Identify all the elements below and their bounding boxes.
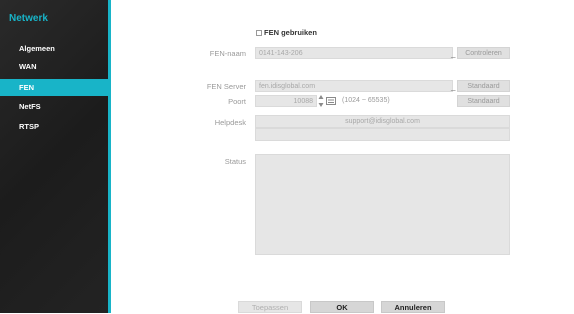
status-label: Status <box>224 157 246 166</box>
fen-server-input[interactable]: fen.idisglobal.com <box>255 80 453 92</box>
apply-button[interactable]: Toepassen <box>238 301 302 313</box>
port-default-button[interactable]: Standaard <box>457 95 510 107</box>
helpdesk-field: support@idisglobal.com <box>255 115 510 128</box>
sidebar-item-wan[interactable]: WAN <box>0 58 108 75</box>
sidebar-item-algemeen[interactable]: Algemeen <box>0 40 108 57</box>
server-default-button[interactable]: Standaard <box>457 80 510 92</box>
port-range-hint: (1024 ~ 65535) <box>342 97 390 104</box>
sidebar-item-netfs[interactable]: NetFS <box>0 98 108 115</box>
fen-settings-panel: FEN gebruiken FEN-naam 0141-143-206 _ Co… <box>111 0 574 313</box>
keyboard-hint-icon: _ <box>451 82 456 91</box>
cancel-button[interactable]: Annuleren <box>381 301 445 313</box>
port-input[interactable]: 10088 <box>255 95 317 107</box>
port-stepper[interactable] <box>318 94 324 108</box>
fen-server-label: FEN Server <box>206 82 246 91</box>
helpdesk-extra-field <box>255 128 510 141</box>
stepper-arrows-icon <box>318 95 324 107</box>
port-label: Poort <box>228 97 246 106</box>
fen-enable-checkbox[interactable] <box>256 30 262 36</box>
sidebar-title: Netwerk <box>9 13 48 24</box>
status-box <box>255 154 510 255</box>
sidebar-item-fen[interactable]: FEN <box>0 79 108 96</box>
keyboard-icon[interactable] <box>326 97 336 105</box>
sidebar-item-rtsp[interactable]: RTSP <box>0 118 108 135</box>
fen-name-input[interactable]: 0141-143-206 <box>255 47 453 59</box>
ok-button[interactable]: OK <box>310 301 374 313</box>
helpdesk-label: Helpdesk <box>214 118 246 127</box>
sidebar: Netwerk Algemeen WAN FEN NetFS RTSP <box>0 0 108 313</box>
fen-name-label: FEN-naam <box>209 49 246 58</box>
check-button[interactable]: Controleren <box>457 47 510 59</box>
keyboard-hint-icon: _ <box>451 49 456 58</box>
fen-enable-label: FEN gebruiken <box>264 28 317 37</box>
